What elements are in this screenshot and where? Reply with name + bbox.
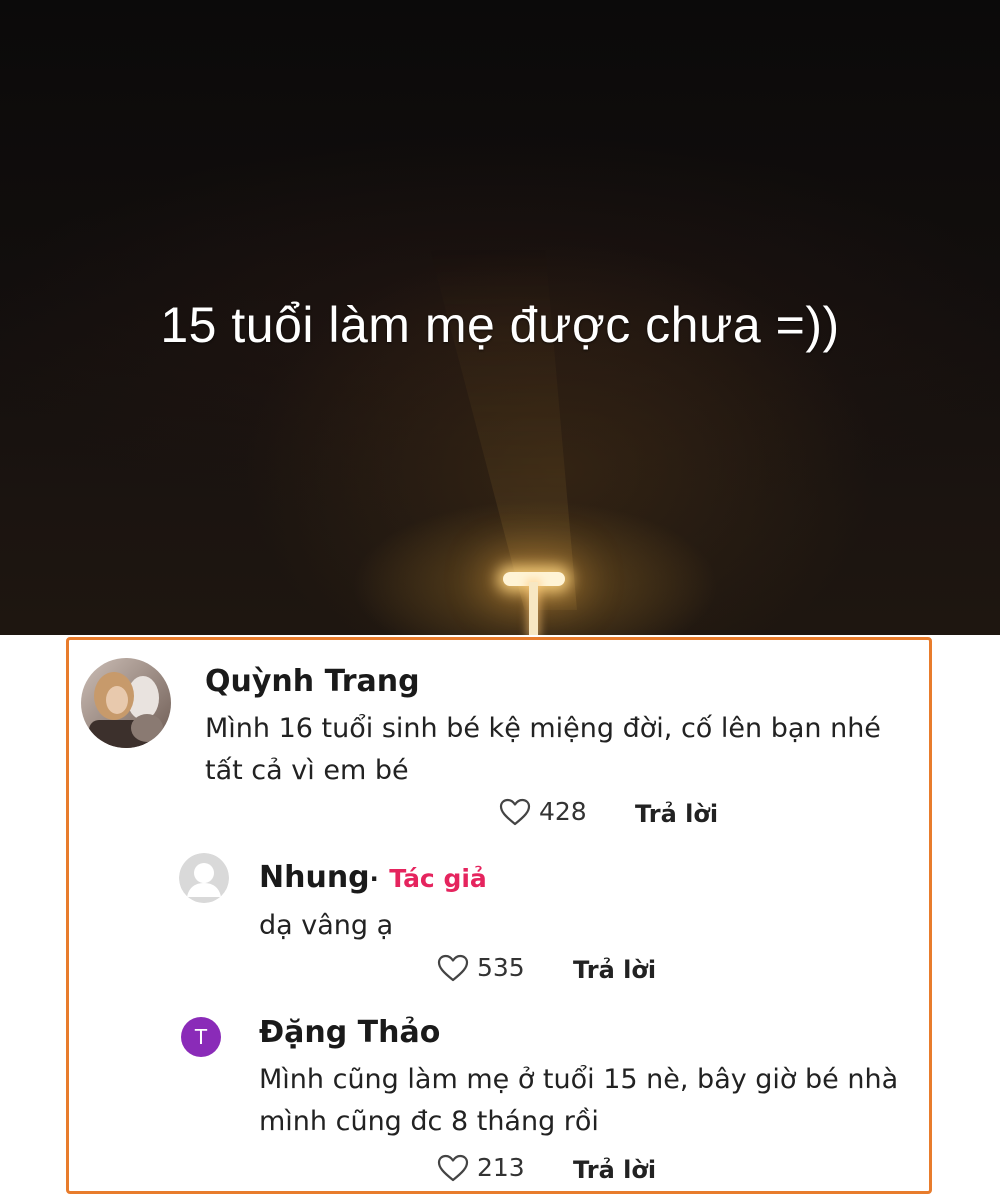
reply-button[interactable]: Trả lời [635,800,718,828]
comment-reply: Nhung· Tác giả dạ vâng ạ 535 Trả lời [69,845,929,995]
author-separator: · [369,865,379,893]
street-lamp-pole [529,582,538,635]
comment-reply: T Đặng Thảo Mình cũng làm mẹ ở tuổi 15 n… [69,1005,929,1195]
like-count: 428 [539,797,587,826]
meme-caption: 15 tuổi làm mẹ được chưa =)) [160,297,840,353]
heart-icon [437,1154,469,1181]
like-count: 535 [477,953,525,982]
comment: Quỳnh Trang Mình 16 tuổi sinh bé kệ miện… [69,640,929,840]
heart-icon [499,798,531,825]
reply-button[interactable]: Trả lời [573,1156,656,1184]
comment-author[interactable]: Nhung [259,860,370,895]
reply-button[interactable]: Trả lời [573,956,656,984]
background-photo: 15 tuổi làm mẹ được chưa =)) [0,0,1000,635]
avatar[interactable]: T [181,1017,221,1057]
avatar[interactable] [81,658,171,748]
like-button[interactable]: 428 [499,797,587,826]
comment-author[interactable]: Quỳnh Trang [205,664,420,699]
comment-text: Mình 16 tuổi sinh bé kệ miệng đời, cố lê… [205,713,881,786]
like-button[interactable]: 213 [437,1153,525,1182]
comment-panel: Quỳnh Trang Mình 16 tuổi sinh bé kệ miện… [66,637,932,1194]
author-badge: Tác giả [389,864,487,893]
user-photo-icon [81,658,171,748]
default-user-icon [179,853,229,903]
comment-text: Mình cũng làm mẹ ở tuổi 15 nè, bây giờ b… [259,1064,899,1137]
avatar[interactable] [179,853,229,903]
comment-author-line: Nhung· Tác giả [259,860,487,895]
like-count: 213 [477,1153,525,1182]
heart-icon [437,954,469,981]
like-button[interactable]: 535 [437,953,525,982]
comment-author[interactable]: Đặng Thảo [259,1015,440,1050]
comment-text: dạ vâng ạ [259,910,394,941]
avatar-letter: T [194,1025,208,1049]
